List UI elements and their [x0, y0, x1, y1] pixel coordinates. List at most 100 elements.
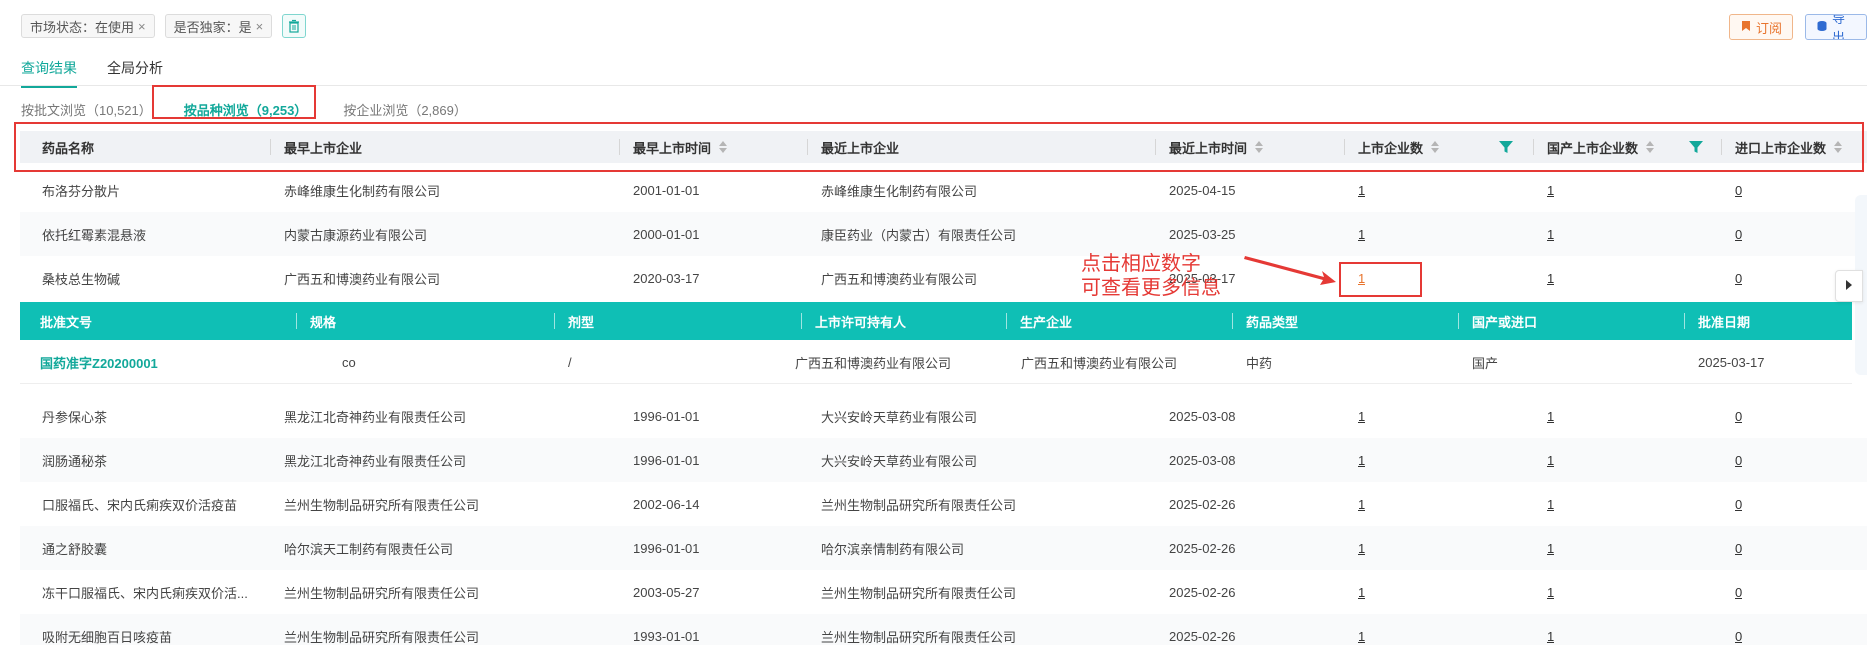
annotation-text: 点击相应数字 可查看更多信息	[1081, 252, 1221, 300]
earliest-date: 2001-01-01	[633, 182, 700, 198]
close-icon[interactable]: ×	[256, 19, 264, 34]
filter-chip-exclusive[interactable]: 是否独家：是 ×	[164, 14, 273, 38]
table-row[interactable]: 丹参保心茶 黑龙江北奇神药业有限责任公司 1996-01-01 大兴安岭天草药业…	[20, 394, 1867, 438]
drug-name: 冻干口服福氏、宋内氏痢疾双价活...	[42, 585, 248, 601]
latest-date: 2025-04-15	[1169, 182, 1236, 198]
expand-panel-button[interactable]	[1835, 270, 1863, 302]
annotation-arrow-icon	[1244, 256, 1336, 285]
earliest-company: 兰州生物制品研究所有限责任公司	[284, 497, 480, 513]
domestic-count-link[interactable]: 1	[1547, 409, 1554, 424]
domestic-count-link[interactable]: 1	[1547, 453, 1554, 468]
company-count-link[interactable]: 1	[1358, 409, 1365, 424]
company-count-link[interactable]: 1	[1358, 183, 1365, 198]
drug-name: 吸附无细胞百日咳疫苗	[42, 629, 173, 645]
company-count-link[interactable]: 1	[1358, 585, 1365, 600]
latest-company: 赤峰维康生化制药有限公司	[821, 183, 978, 199]
main-tabs: 查询结果 全局分析	[21, 58, 163, 88]
table-row[interactable]: 润肠通秘茶 黑龙江北奇神药业有限责任公司 1996-01-01 大兴安岭天草药业…	[20, 438, 1867, 482]
drug-type-value: 中药	[1246, 355, 1273, 371]
latest-company: 兰州生物制品研究所有限责任公司	[821, 497, 1017, 513]
approval-date-value: 2025-03-17	[1698, 354, 1765, 370]
earliest-date: 2003-05-27	[633, 584, 700, 600]
import-count-link[interactable]: 0	[1735, 541, 1742, 556]
company-count-link[interactable]: 1	[1358, 541, 1365, 556]
domestic-count-link[interactable]: 1	[1547, 497, 1554, 512]
earliest-company: 兰州生物制品研究所有限责任公司	[284, 585, 480, 601]
subtab-by-approval[interactable]: 按批文浏览（10,521）	[21, 100, 152, 119]
chip-label: 是否独家：是	[173, 19, 252, 35]
earliest-date: 1996-01-01	[633, 452, 700, 468]
earliest-company: 哈尔滨天工制药有限责任公司	[284, 541, 454, 557]
license-holder-value: 广西五和博澳药业有限公司	[795, 355, 952, 371]
trash-icon[interactable]	[282, 14, 307, 38]
latest-company: 大兴安岭天草药业有限公司	[821, 409, 978, 425]
table-row[interactable]: 桑枝总生物碱 广西五和博澳药业有限公司 2020-03-17 广西五和博澳药业有…	[20, 256, 1867, 300]
annotation-line-2: 可查看更多信息	[1081, 277, 1221, 299]
subtable-header: 批准文号 规格 剂型 上市许可持有人 生产企业 药品类型 国产或进口 批准日期	[20, 302, 1852, 340]
tab-global-analysis[interactable]: 全局分析	[107, 58, 163, 88]
earliest-date: 2020-03-17	[633, 270, 700, 286]
earliest-company: 内蒙古康源药业有限公司	[284, 227, 428, 243]
subtable-row: 国药准字Z20200001 co / 广西五和博澳药业有限公司 广西五和博澳药业…	[20, 340, 1852, 384]
latest-company: 哈尔滨亲情制药有限公司	[821, 541, 965, 557]
import-count-link[interactable]: 0	[1735, 453, 1742, 468]
company-count-link[interactable]: 1	[1358, 497, 1365, 512]
earliest-date: 1996-01-01	[633, 408, 700, 424]
latest-date: 2025-02-26	[1169, 584, 1236, 600]
tab-query-results[interactable]: 查询结果	[21, 58, 77, 88]
subtab-by-company[interactable]: 按企业浏览（2,869）	[343, 100, 467, 119]
bookmark-icon	[1740, 20, 1752, 35]
subcol-origin: 国产或进口	[1458, 302, 1537, 340]
latest-company: 兰州生物制品研究所有限责任公司	[821, 629, 1017, 645]
export-button[interactable]: 导出	[1805, 14, 1867, 40]
company-count-link[interactable]: 1	[1358, 453, 1365, 468]
import-count-link[interactable]: 0	[1735, 183, 1742, 198]
latest-date: 2025-03-25	[1169, 226, 1236, 242]
filter-chip-market-status[interactable]: 市场状态：在使用 ×	[21, 14, 155, 38]
drug-name: 丹参保心茶	[42, 409, 108, 425]
table-row[interactable]: 布洛芬分散片 赤峰维康生化制药有限公司 2001-01-01 赤峰维康生化制药有…	[20, 168, 1867, 212]
database-icon	[1816, 20, 1828, 35]
chip-label: 市场状态：在使用	[30, 19, 135, 35]
table-row[interactable]: 依托红霉素混悬液 内蒙古康源药业有限公司 2000-01-01 康臣药业（内蒙古…	[20, 212, 1867, 256]
top-actions: 订阅 导出	[1728, 14, 1867, 40]
origin-value: 国产	[1472, 355, 1499, 371]
drug-name: 布洛芬分散片	[42, 183, 121, 199]
subcol-approval-no: 批准文号	[40, 314, 93, 330]
earliest-company: 赤峰维康生化制药有限公司	[284, 183, 441, 199]
earliest-company: 兰州生物制品研究所有限责任公司	[284, 629, 480, 645]
latest-date: 2025-03-08	[1169, 452, 1236, 468]
domestic-count-link[interactable]: 1	[1547, 227, 1554, 242]
latest-company: 广西五和博澳药业有限公司	[821, 271, 978, 287]
annotation-line-1: 点击相应数字	[1081, 253, 1201, 275]
import-count-link[interactable]: 0	[1735, 227, 1742, 242]
spec-value: co	[342, 354, 356, 370]
close-icon[interactable]: ×	[138, 19, 146, 34]
import-count-link[interactable]: 0	[1735, 409, 1742, 424]
import-count-link[interactable]: 0	[1735, 585, 1742, 600]
table-row[interactable]: 吸附无细胞百日咳疫苗 兰州生物制品研究所有限责任公司 1993-01-01 兰州…	[20, 614, 1867, 645]
domestic-count-link[interactable]: 1	[1547, 541, 1554, 556]
table-row[interactable]: 通之舒胶囊 哈尔滨天工制药有限责任公司 1996-01-01 哈尔滨亲情制药有限…	[20, 526, 1867, 570]
subcol-manufacturer: 生产企业	[1006, 302, 1072, 340]
latest-date: 2025-02-26	[1169, 628, 1236, 644]
import-count-link[interactable]: 0	[1735, 629, 1742, 644]
import-count-link[interactable]: 0	[1735, 271, 1742, 286]
subscribe-button[interactable]: 订阅	[1728, 14, 1793, 40]
filter-bar: 市场状态：在使用 × 是否独家：是 ×	[21, 14, 307, 38]
drug-name: 桑枝总生物碱	[42, 271, 121, 287]
domestic-count-link[interactable]: 1	[1547, 183, 1554, 198]
domestic-count-link[interactable]: 1	[1547, 629, 1554, 644]
latest-company: 康臣药业（内蒙古）有限责任公司	[821, 227, 1017, 243]
subscribe-label: 订阅	[1755, 20, 1782, 36]
company-count-link[interactable]: 1	[1358, 629, 1365, 644]
import-count-link[interactable]: 0	[1735, 497, 1742, 512]
domestic-count-link[interactable]: 1	[1547, 271, 1554, 286]
domestic-count-link[interactable]: 1	[1547, 585, 1554, 600]
drug-name: 通之舒胶囊	[42, 541, 108, 557]
company-count-link[interactable]: 1	[1358, 227, 1365, 242]
table-row[interactable]: 口服福氏、宋内氏痢疾双价活疫苗 兰州生物制品研究所有限责任公司 2002-06-…	[20, 482, 1867, 526]
table-row[interactable]: 冻干口服福氏、宋内氏痢疾双价活... 兰州生物制品研究所有限责任公司 2003-…	[20, 570, 1867, 614]
latest-date: 2025-03-08	[1169, 408, 1236, 424]
approval-no-link[interactable]: 国药准字Z20200001	[40, 353, 158, 372]
